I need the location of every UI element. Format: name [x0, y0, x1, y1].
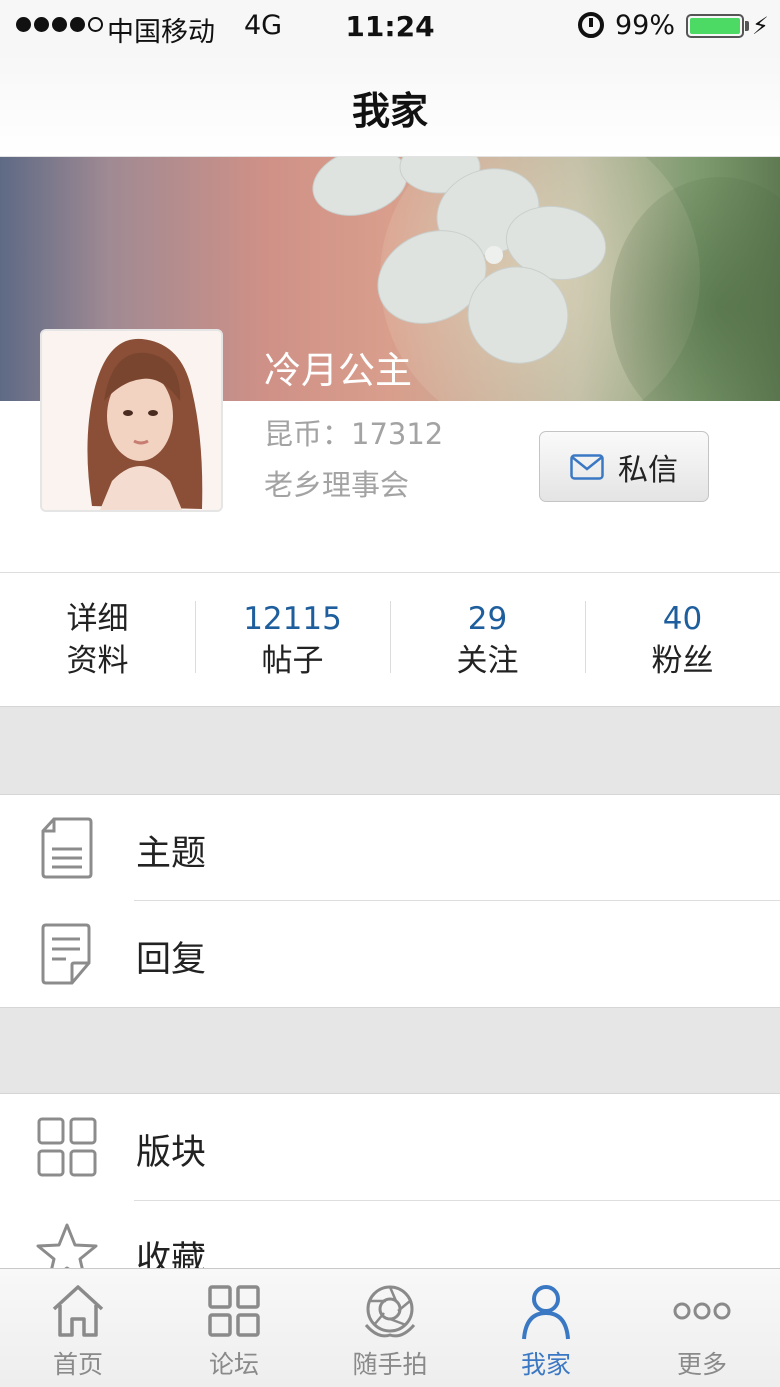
- coin-balance: 昆币：17312: [264, 417, 444, 451]
- menu-item-favorites[interactable]: 收藏: [0, 1201, 780, 1268]
- menu-item-replies[interactable]: 回复: [0, 901, 780, 1007]
- user-group: 老乡理事会: [264, 468, 410, 502]
- menu-item-boards[interactable]: 版块: [0, 1094, 780, 1200]
- section-divider: [0, 1007, 780, 1094]
- tab-label: 随手拍: [352, 1350, 428, 1379]
- battery-tip: [745, 21, 749, 31]
- stat-following-count: 29: [467, 600, 508, 637]
- tab-forum[interactable]: 论坛: [156, 1269, 312, 1387]
- tab-bar: 首页 论坛 随手拍 我家 更多: [0, 1268, 780, 1387]
- stat-following[interactable]: 29 关注: [390, 573, 585, 706]
- person-icon: [522, 1285, 570, 1340]
- stat-detail-line2: 资料: [66, 642, 129, 679]
- tab-my-home[interactable]: 我家: [468, 1269, 624, 1387]
- tab-snapshot[interactable]: 随手拍: [312, 1269, 468, 1387]
- section-divider: [0, 706, 780, 795]
- stat-posts-count: 12115: [243, 600, 342, 637]
- alarm-icon: [578, 12, 604, 38]
- avatar-photo: [42, 331, 221, 510]
- stat-fans[interactable]: 40 粉丝: [585, 573, 780, 706]
- private-message-label: 私信: [618, 452, 678, 488]
- username: 冷月公主: [264, 349, 412, 392]
- status-bar: 中国移动 4G 11:24 99% ⚡: [0, 0, 780, 54]
- menu-item-topics[interactable]: 主题: [0, 795, 780, 901]
- grid-icon: [208, 1285, 260, 1337]
- tab-label: 首页: [52, 1350, 103, 1379]
- envelope-icon: [570, 453, 604, 480]
- page-title: 我家: [351, 89, 428, 133]
- stat-fans-count: 40: [662, 600, 703, 637]
- tab-home[interactable]: 首页: [0, 1269, 156, 1387]
- star-icon: [36, 1223, 98, 1268]
- tab-label: 我家: [520, 1350, 571, 1379]
- stat-following-label: 关注: [456, 642, 519, 679]
- tab-label: 更多: [676, 1350, 727, 1379]
- document-icon: [41, 817, 93, 879]
- reply-note-icon: [41, 923, 91, 985]
- battery-icon: [686, 14, 744, 38]
- battery-percent: 99%: [615, 10, 676, 41]
- nav-bar: 我家: [0, 54, 780, 157]
- stat-detail-line1: 详细: [66, 600, 129, 637]
- tab-label: 论坛: [208, 1350, 259, 1379]
- more-icon: [673, 1302, 731, 1320]
- menu-item-label: 主题: [136, 834, 207, 874]
- charging-icon: ⚡: [752, 12, 769, 40]
- stat-fans-label: 粉丝: [651, 642, 714, 679]
- private-message-button[interactable]: 私信: [539, 431, 709, 502]
- stats-bar: 详细 资料 12115 帖子 29 关注 40 粉丝: [0, 572, 780, 706]
- avatar[interactable]: [40, 329, 223, 512]
- tab-more[interactable]: 更多: [624, 1269, 780, 1387]
- home-icon: [52, 1285, 104, 1337]
- menu-item-label: 回复: [136, 940, 207, 980]
- stat-detail-profile[interactable]: 详细 资料: [0, 573, 195, 706]
- camera-aperture-icon: [364, 1285, 416, 1338]
- menu-item-label: 版块: [136, 1133, 207, 1173]
- grid-icon: [37, 1117, 97, 1177]
- stat-posts[interactable]: 12115 帖子: [195, 573, 390, 706]
- menu-item-label: 收藏: [136, 1240, 207, 1268]
- stat-posts-label: 帖子: [261, 642, 324, 679]
